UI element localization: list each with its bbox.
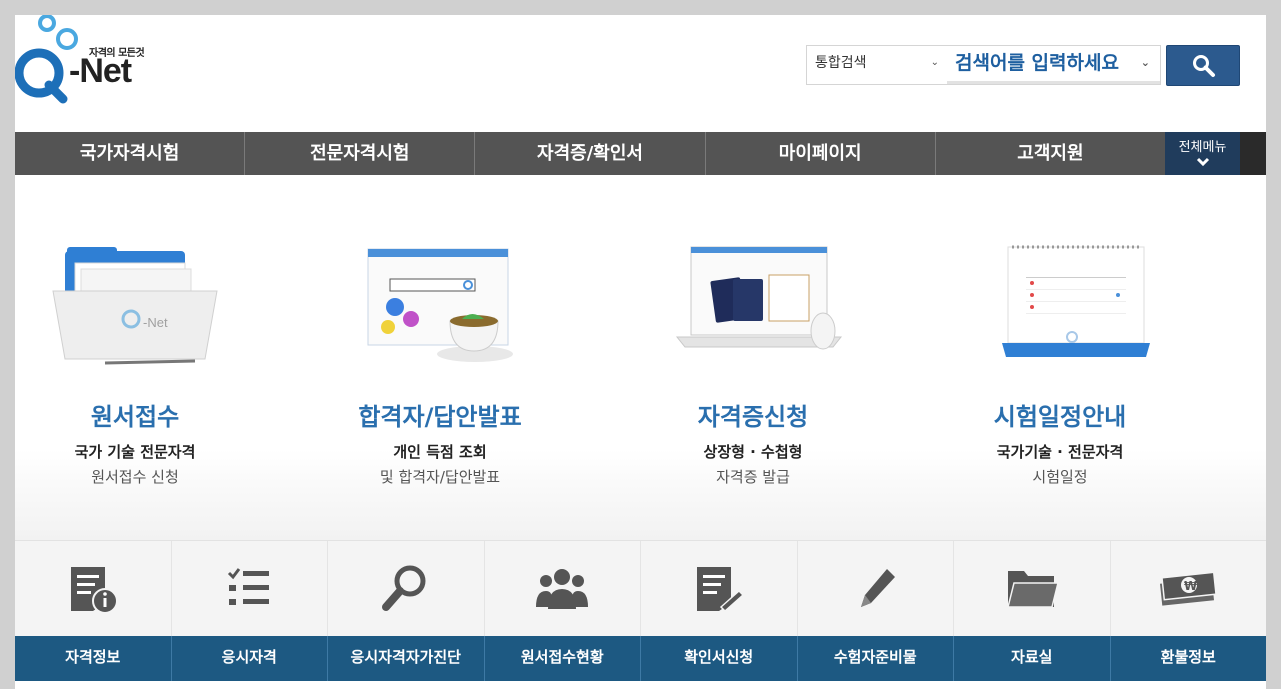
gnb-item-mypage[interactable]: 마이페이지: [706, 132, 936, 175]
money-bills-icon: ₩: [1160, 571, 1218, 606]
document-info-icon: [70, 567, 118, 614]
search-placeholder: 검색어를 입력하세요: [955, 52, 1119, 74]
quick-item-qualification-info[interactable]: [15, 541, 172, 637]
chevron-down-icon: ⌄: [930, 57, 939, 68]
quick-item-eligibility[interactable]: [172, 541, 328, 637]
folder-illustration-icon: -Net: [52, 247, 218, 365]
feature-description: 원서접수 신청: [91, 468, 179, 486]
quick-label-archive[interactable]: 자료실: [954, 636, 1111, 681]
feature-subtitle: 국가 기술 전문자격: [74, 443, 196, 461]
feature-subtitle: 개인 득점 조회: [393, 443, 487, 461]
quick-label-qualification-info[interactable]: 자격정보: [15, 636, 172, 681]
gnb-item-national-exam[interactable]: 국가자격시험: [15, 132, 246, 175]
feature-title: 합격자/답안발표: [358, 403, 522, 431]
feature-title: 원서접수: [90, 403, 180, 431]
feature-description: 및 합격자/답안발표: [379, 468, 501, 486]
page: 자격의 모든것 -Net 통합검색 ⌄ 검색어를 입력하세요 ⌄ 국가자격시험 …: [15, 15, 1266, 689]
checklist-icon: [228, 568, 270, 605]
folder-icon: [1006, 571, 1059, 608]
browser-teacup-illustration-icon: [367, 248, 513, 362]
gnb-item-support[interactable]: 고객지원: [936, 132, 1165, 175]
gnb-item-certificate[interactable]: 자격증/확인서: [475, 132, 706, 175]
chevron-down-icon: [1165, 157, 1240, 169]
quick-label-refund-info[interactable]: 환불정보: [1111, 636, 1267, 681]
feature-description: 자격증 발급: [716, 468, 790, 486]
search-category-value: 통합검색: [815, 55, 867, 71]
quick-item-confirmation-request[interactable]: [641, 541, 798, 637]
quick-item-self-diagnosis[interactable]: [328, 541, 485, 637]
calendar-illustration-icon: [1002, 245, 1150, 357]
quick-menu-icons: ₩: [15, 540, 1266, 637]
feature-title: 시험일정안내: [993, 403, 1127, 431]
feature-title: 자격증신청: [697, 403, 809, 431]
feature-subtitle: 상장형 · 수첩형: [703, 443, 803, 461]
feature-subtitle: 국가기술 · 전문자격: [996, 443, 1124, 461]
all-menu-button[interactable]: 전체메뉴: [1165, 132, 1240, 175]
magnifier-icon: [381, 565, 426, 611]
document-edit-icon: [696, 567, 744, 613]
quick-item-exam-supplies[interactable]: [798, 541, 954, 637]
logo-name: -Net: [69, 52, 132, 90]
search-box: 통합검색 ⌄ 검색어를 입력하세요 ⌄: [806, 45, 1161, 85]
svg-text:₩: ₩: [1184, 579, 1198, 593]
laptop-passport-illustration-icon: [675, 246, 843, 350]
feature-description: 시험일정: [1032, 468, 1088, 486]
quick-item-archive[interactable]: [954, 541, 1111, 637]
chevron-down-icon: ⌄: [1140, 56, 1150, 69]
svg-text:-Net: -Net: [143, 315, 168, 330]
quick-item-application-status[interactable]: [485, 541, 641, 637]
all-menu-label: 전체메뉴: [1178, 140, 1227, 155]
quick-label-self-diagnosis[interactable]: 응시자격자가진단: [328, 636, 485, 681]
qnet-logo[interactable]: 자격의 모든것 -Net: [15, 15, 165, 125]
quick-label-eligibility[interactable]: 응시자격: [172, 636, 328, 681]
quick-label-confirmation-request[interactable]: 확인서신청: [641, 636, 798, 681]
pencil-icon: [861, 569, 896, 607]
quick-label-application-status[interactable]: 원서접수현황: [485, 636, 641, 681]
gnb-item-professional-exam[interactable]: 전문자격시험: [245, 132, 476, 175]
main-navigation: 국가자격시험 전문자격시험 자격증/확인서 마이페이지 고객지원: [15, 132, 1165, 175]
quick-label-exam-supplies[interactable]: 수험자준비물: [798, 636, 954, 681]
search-category-select[interactable]: 통합검색 ⌄: [807, 46, 947, 84]
feature-section: -Net 원서접수 국가 기술 전문자격 원서접수 신청 합격자/답안발표 개인…: [15, 175, 1266, 540]
search-input[interactable]: 검색어를 입력하세요 ⌄: [947, 46, 1160, 84]
search-icon: [1193, 55, 1215, 77]
group-users-icon: [536, 569, 589, 609]
quick-menu-bar: 자격정보 응시자격 응시자격자가진단 원서접수현황 확인서신청 수험자준비물 자…: [15, 636, 1266, 681]
search-button[interactable]: [1166, 45, 1240, 86]
quick-item-refund-info[interactable]: ₩: [1111, 541, 1267, 637]
